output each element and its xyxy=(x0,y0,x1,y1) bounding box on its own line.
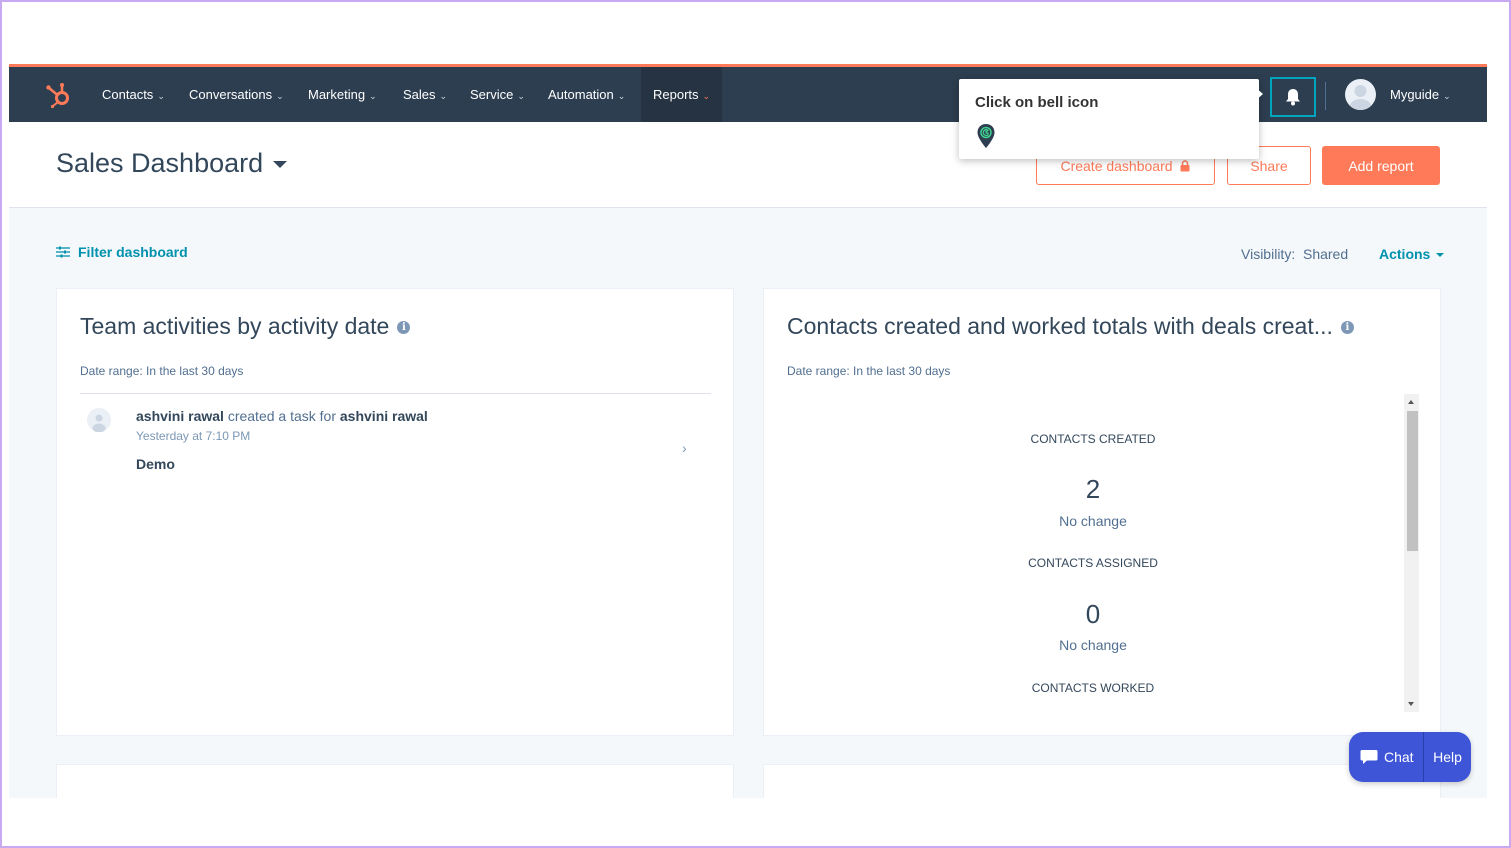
card-title: Team activities by activity date i xyxy=(80,313,411,340)
avatar-icon xyxy=(87,408,111,433)
share-label: Share xyxy=(1250,157,1288,174)
top-navigation: Contacts ⌄ Conversations ⌄ Marketing ⌄ Sale… xyxy=(9,67,1487,122)
caret-down-icon xyxy=(1436,253,1445,258)
activity-timestamp: Yesterday at 7:10 PM xyxy=(136,429,251,443)
contacts-totals-title: Contacts created and worked totals with … xyxy=(787,313,1333,339)
avatar-icon[interactable] xyxy=(1345,79,1376,110)
nav-automation-label: Automation xyxy=(548,87,614,102)
chevron-down-icon: ⌄ xyxy=(617,91,626,101)
metrics-scroll-area[interactable]: CONTACTS CREATED 2 No change CONTACTS AS… xyxy=(787,394,1419,712)
nav-conversations[interactable]: Conversations ⌄ xyxy=(189,67,284,122)
card-title: Contacts created and worked totals with … xyxy=(787,313,1354,340)
dashboard-header: Sales Dashboard Create dashboard Share A… xyxy=(9,122,1487,208)
actions-dropdown[interactable]: Actions xyxy=(1379,246,1445,262)
info-icon[interactable]: i xyxy=(1340,321,1354,335)
help-button[interactable]: Help xyxy=(1424,732,1471,782)
lock-icon xyxy=(1180,159,1190,171)
filter-dashboard-label: Filter dashboard xyxy=(78,244,188,260)
activity-verb: created a task for xyxy=(223,408,340,424)
chevron-down-icon: ⌄ xyxy=(369,91,377,101)
caret-down-icon xyxy=(273,161,288,169)
dashboard-toolbar: Filter dashboard Visibility: Shared Acti… xyxy=(9,234,1487,264)
nav-reports[interactable]: Reports ⌄ xyxy=(641,67,723,122)
chevron-down-icon: ⌄ xyxy=(276,91,284,101)
add-report-label: Add report xyxy=(1348,157,1414,174)
metric-label: CONTACTS CREATED xyxy=(1030,432,1156,446)
metric-value: 0 xyxy=(1085,599,1101,629)
chevron-down-icon: ⌄ xyxy=(1443,91,1451,101)
chevron-down-icon: ⌄ xyxy=(439,91,448,101)
activity-target[interactable]: ashvini rawal xyxy=(340,408,428,424)
activity-description: ashvini rawal created a task for ashvini… xyxy=(136,408,428,424)
chevron-down-icon: ⌄ xyxy=(157,91,165,101)
date-range-label: Date range: In the last 30 days xyxy=(80,364,244,378)
tooltip-text: Click on bell icon xyxy=(975,94,1099,111)
contacts-totals-card: Contacts created and worked totals with … xyxy=(763,288,1441,736)
team-activities-title: Team activities by activity date xyxy=(80,313,390,339)
user-menu[interactable]: Myguide ⌄ xyxy=(1390,67,1451,122)
nav-service[interactable]: Service ⌄ xyxy=(470,67,525,122)
filter-dashboard-link[interactable]: Filter dashboard xyxy=(56,244,188,260)
nav-contacts[interactable]: Contacts ⌄ xyxy=(102,67,165,122)
metric-value: 2 xyxy=(1085,474,1101,504)
visibility-status: Visibility: Shared xyxy=(1241,246,1349,262)
team-activities-card: Team activities by activity date i Date r… xyxy=(56,288,734,736)
scroll-up-arrow[interactable] xyxy=(1408,400,1414,404)
activity-actor[interactable]: ashvini rawal xyxy=(136,408,224,424)
metric-label: CONTACTS WORKED xyxy=(1031,681,1155,695)
hubspot-logo-icon[interactable] xyxy=(45,81,73,109)
filter-icon xyxy=(56,246,70,258)
nav-automation[interactable]: Automation ⌄ xyxy=(548,67,625,122)
activity-row[interactable]: ashvini rawal created a task for ashvini… xyxy=(80,393,711,483)
nav-conversations-label: Conversations xyxy=(189,87,273,102)
notifications-bell-button[interactable] xyxy=(1270,77,1316,117)
user-name: Myguide xyxy=(1390,87,1440,102)
create-dashboard-label: Create dashboard xyxy=(1060,157,1173,174)
nav-service-label: Service xyxy=(470,87,514,102)
map-pin-icon xyxy=(977,124,995,148)
bell-icon xyxy=(1286,89,1300,106)
report-card-partial xyxy=(763,764,1441,798)
metric-change: No change xyxy=(1059,513,1127,529)
activity-subject: Demo xyxy=(136,456,175,472)
scroll-down-arrow[interactable] xyxy=(1408,702,1414,706)
nav-reports-label: Reports xyxy=(653,87,699,102)
nav-sales-label: Sales xyxy=(403,87,436,102)
nav-divider xyxy=(1325,82,1326,110)
chevron-down-icon: ⌄ xyxy=(702,91,711,101)
chat-label: Chat xyxy=(1384,749,1414,765)
page-title: Sales Dashboard xyxy=(56,148,264,178)
nav-sales[interactable]: Sales ⌄ xyxy=(403,67,447,122)
nav-contacts-label: Contacts xyxy=(102,87,154,102)
chevron-right-icon[interactable]: › xyxy=(682,440,687,456)
chat-help-widget: Chat Help xyxy=(1349,732,1471,782)
chat-bubble-icon xyxy=(1360,750,1378,764)
chat-button[interactable]: Chat xyxy=(1349,732,1423,782)
date-range-label: Date range: In the last 30 days xyxy=(787,364,951,378)
chevron-down-icon: ⌄ xyxy=(517,91,525,101)
actions-label: Actions xyxy=(1379,246,1431,262)
nav-marketing[interactable]: Marketing ⌄ xyxy=(308,67,377,122)
hubspot-app: Contacts ⌄ Conversations ⌄ Marketing ⌄ Sale… xyxy=(9,64,1487,798)
info-icon[interactable]: i xyxy=(397,321,411,335)
guide-tooltip: Click on bell icon xyxy=(959,79,1263,159)
metric-change: No change xyxy=(1059,637,1127,653)
tooltip-arrow xyxy=(1255,87,1263,101)
scrollbar-thumb[interactable] xyxy=(1407,411,1418,551)
add-report-button[interactable]: Add report xyxy=(1322,146,1440,185)
nav-marketing-label: Marketing xyxy=(308,87,366,102)
metric-label: CONTACTS ASSIGNED xyxy=(1028,556,1158,570)
report-card-partial xyxy=(56,764,734,798)
help-label: Help xyxy=(1433,749,1462,765)
card-scrollbar[interactable] xyxy=(1404,394,1419,712)
dashboard-title-dropdown[interactable]: Sales Dashboard xyxy=(56,148,288,179)
